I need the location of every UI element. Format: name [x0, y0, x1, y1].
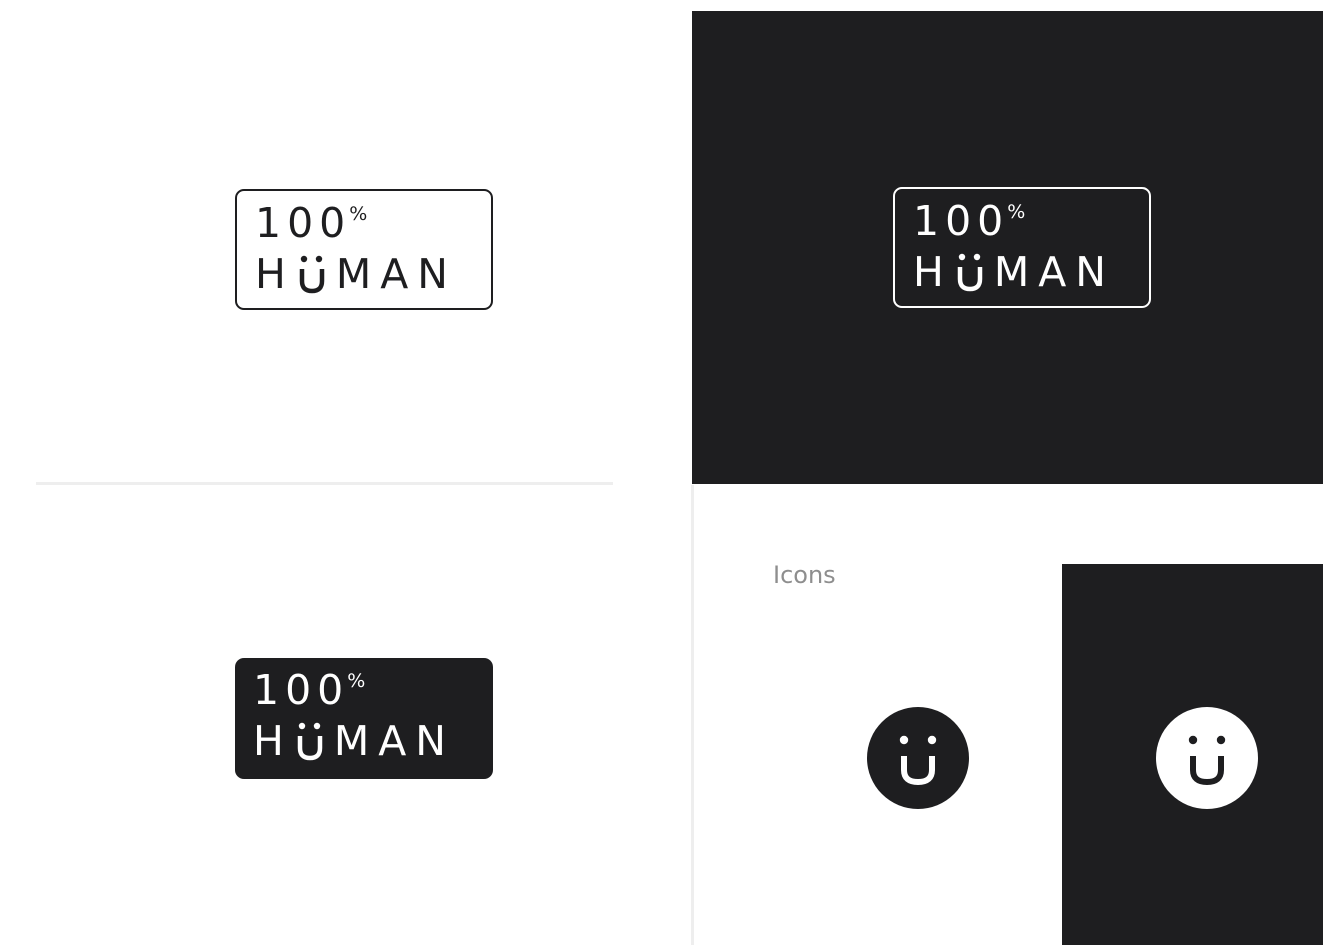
logo-word-line: H MAN [253, 717, 455, 765]
logo-number-line: 100% [255, 203, 367, 244]
logo-number-line: 100% [253, 670, 365, 711]
logo-percent: % [349, 203, 368, 225]
icons-section-label: Icons [773, 561, 836, 589]
logo-percent: % [1007, 201, 1026, 223]
logo-letter-h: H [913, 248, 953, 296]
logo-number-line: 100% [913, 201, 1025, 242]
logo-outline-light: 100% H MAN [893, 187, 1151, 308]
logo-word-line: H MAN [913, 248, 1115, 296]
smiley-u-icon [297, 254, 327, 294]
smiley-u-icon [1156, 707, 1258, 809]
logo-number: 100 [253, 666, 350, 714]
logo-letters-man: MAN [993, 248, 1115, 296]
logo-number: 100 [255, 199, 352, 247]
smiley-u-icon [955, 252, 985, 292]
logo-filled-dark: 100% H MAN [235, 658, 493, 779]
logo-word-line: H MAN [255, 250, 457, 298]
logo-letter-h: H [253, 717, 293, 765]
logo-percent: % [347, 670, 366, 692]
logo-letter-h: H [255, 250, 295, 298]
logo-outline-dark: 100% H MAN [235, 189, 493, 310]
logo-letters-man: MAN [333, 717, 455, 765]
smiley-u-icon [867, 707, 969, 809]
horizontal-divider [36, 482, 613, 485]
smiley-u-icon [295, 721, 325, 761]
vertical-divider [691, 485, 694, 945]
logo-letters-man: MAN [335, 250, 457, 298]
logo-number: 100 [913, 197, 1010, 245]
